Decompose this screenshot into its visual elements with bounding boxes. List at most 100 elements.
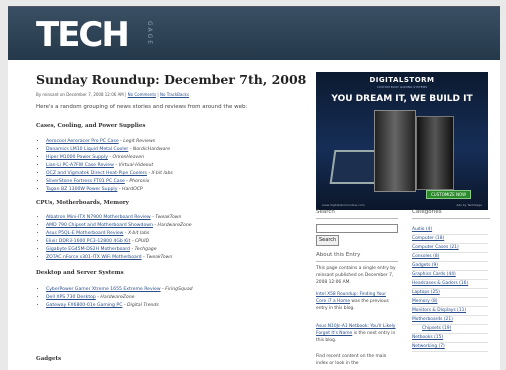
list-item: Albatron Mini-ITX N7900 Motherboard Revi… <box>46 214 192 222</box>
site-logo[interactable]: TECH <box>36 15 130 55</box>
source-name: FiringSquad <box>165 287 193 292</box>
category-item: Netbooks (15) <box>412 334 488 343</box>
site-logo-subtext: GAGE <box>146 21 153 47</box>
list-item: Hiper M1000 Power Supply - OrkenHeaven <box>46 154 173 162</box>
category-link[interactable]: Consoles (8) <box>412 254 439 259</box>
article-link[interactable]: AMD 790 Chipset and Motherboard Showdown <box>46 223 153 228</box>
category-link[interactable]: Laptops (25) <box>412 290 440 295</box>
source-name: Legit Reviews <box>123 139 156 144</box>
categories-title: Categories <box>412 209 442 215</box>
source-name: Virtual-Hideout <box>118 163 154 168</box>
categories-list: Audio (4) Computer (18) Computer Cases (21… <box>412 226 488 352</box>
category-item: Laptops (25) <box>412 289 488 298</box>
article-link[interactable]: SilverStone Fortress FT01 PC Case <box>46 179 125 184</box>
category-item: Computer (18) <box>412 235 488 244</box>
category-item: Consoles (8) <box>412 253 488 262</box>
source-name: TweakTown <box>155 215 182 220</box>
section-heading: Desktop and Server Systems <box>36 270 124 276</box>
article-link[interactable]: Lian-Li PC-A7FW Case Review <box>46 163 114 168</box>
category-link[interactable]: Computer Cases (21) <box>412 245 459 250</box>
category-link[interactable]: Chipsets (19) <box>422 326 451 331</box>
source-name: Techgage <box>134 247 157 252</box>
source-name: HardOCP <box>122 187 143 192</box>
source-name: OrkenHeaven <box>112 155 144 160</box>
list-item: Gateway FX6800-01e Gaming PC - Digital T… <box>46 302 193 310</box>
category-item: Memory (8) <box>412 298 488 307</box>
source-name: Phoronix <box>129 179 150 184</box>
section-heading: CPUs, Motherboards, Memory <box>36 200 129 206</box>
article-link[interactable]: Hiper M1000 Power Supply <box>46 155 108 160</box>
category-item: Headcases & Gaders (16) <box>412 280 488 289</box>
comments-link[interactable]: No Comments <box>128 92 156 97</box>
category-link[interactable]: Memory (8) <box>412 299 437 304</box>
pc-case-image <box>416 116 454 190</box>
article-link[interactable]: Asus P5QL-E Motherboard Review <box>46 231 123 236</box>
site-header: TECH GAGE <box>8 6 500 61</box>
category-link[interactable]: Monitors & Displays (11) <box>412 308 466 313</box>
divider <box>316 218 398 219</box>
category-link[interactable]: Computer (18) <box>412 236 444 241</box>
category-item: Networking (7) <box>412 343 488 352</box>
category-link[interactable]: Audio (4) <box>412 227 432 232</box>
source-name: CPUID <box>134 239 150 244</box>
article-link[interactable]: Dell XPS 730 Desktop <box>46 295 96 300</box>
category-item: Chipsets (19) <box>412 325 488 334</box>
trackbacks-link[interactable]: No TrackBacks <box>160 92 189 97</box>
article-link[interactable]: Elixir DDR3-1600 PC3-12800 4Gb Kit <box>46 239 130 244</box>
ad-tagline: YOU DREAM IT, WE BUILD IT <box>331 94 473 104</box>
article-link[interactable]: OCZ and Vigmatek Direct Heat-Pipe Cooler… <box>46 171 147 176</box>
post-title[interactable]: Sunday Roundup: December 7th, 2008 <box>36 72 306 87</box>
ad-url: www.digitalstormonline.com <box>322 203 365 207</box>
article-link[interactable]: Gigabyte EG45M-DS2H Motherboard <box>46 247 130 252</box>
article-link[interactable]: ZOTAC nForce s301-ITX WiFi Motherboard <box>46 255 142 260</box>
list-item: Lian-Li PC-A7FW Case Review - Virtual-Hi… <box>46 162 173 170</box>
main-content: Sunday Roundup: December 7th, 2008 By re… <box>8 60 500 370</box>
list-item: Elixir DDR3-1600 PC3-12800 4Gb Kit - CPU… <box>46 238 192 246</box>
list-item: SilverStone Fortress FT01 PC Case - Phor… <box>46 178 173 186</box>
link-list: Aerocool Aeroracer Pro PC Case - Legit R… <box>38 138 173 194</box>
article-link[interactable]: Gateway FX6800-01e Gaming PC <box>46 303 122 308</box>
article-link[interactable]: CyberPower Gamer Xtreme 1655 Extreme Rev… <box>46 287 161 292</box>
category-link[interactable]: Headcases & Gaders (16) <box>412 281 468 286</box>
list-item: Aerocool Aeroracer Pro PC Case - Legit R… <box>46 138 173 146</box>
post-intro: Here's a random grouping of news stories… <box>36 104 248 110</box>
search-button[interactable]: Search <box>316 235 340 246</box>
ad-customize-button[interactable]: CUSTOMIZE NOW <box>426 190 472 199</box>
search-title: Search <box>316 209 335 215</box>
search-input[interactable] <box>316 224 398 233</box>
category-item: Monitors & Displays (11) <box>412 307 488 316</box>
section-heading: Cases, Cooling, and Power Supplies <box>36 123 146 129</box>
byline-text: By reinsant on December 7, 2008 12:06 AM… <box>36 92 127 97</box>
article-link[interactable]: Albatron Mini-ITX N7900 Motherboard Revi… <box>46 215 151 220</box>
category-link[interactable]: Netbooks (15) <box>412 335 443 340</box>
list-item: ZOTAC nForce s301-ITX WiFi Motherboard -… <box>46 254 192 262</box>
list-item: Danamics LM10 Liquid Metal Cooler - Nord… <box>46 146 173 154</box>
source-name: X-bit labs <box>151 171 173 176</box>
list-item: OCZ and Vigmatek Direct Heat-Pipe Cooler… <box>46 170 173 178</box>
ad-credit: Ads by TechGage <box>456 203 482 207</box>
category-link[interactable]: Graphics Cards (44) <box>412 272 456 277</box>
category-item: Computer Cases (21) <box>412 244 488 253</box>
ad-brand-subtitle: CUSTOM BUILT GAMING SYSTEMS <box>376 85 428 89</box>
pc-case-image <box>374 110 416 192</box>
post-byline: By reinsant on December 7, 2008 12:06 AM… <box>36 92 189 97</box>
article-link[interactable]: Tagan BZ 1300W Power Supply <box>46 187 117 192</box>
list-item: Tagan BZ 1300W Power Supply - HardOCP <box>46 186 173 194</box>
page: TECH GAGE Sunday Roundup: December 7th, … <box>0 0 506 370</box>
link-list: CyberPower Gamer Xtreme 1655 Extreme Rev… <box>38 286 193 310</box>
article-link[interactable]: Aerocool Aeroracer Pro PC Case <box>46 139 119 144</box>
link-list: Albatron Mini-ITX N7900 Motherboard Revi… <box>38 214 192 262</box>
byline-separator: | <box>157 92 159 97</box>
advertisement-banner[interactable]: DIGITALSTORM CUSTOM BUILT GAMING SYSTEMS… <box>316 72 488 210</box>
list-item: AMD 790 Chipset and Motherboard Showdown… <box>46 222 192 230</box>
category-item: Motherboards (21) <box>412 316 488 325</box>
category-link[interactable]: Motherboards (21) <box>412 317 453 322</box>
category-link[interactable]: Networking (7) <box>412 344 445 349</box>
source-name: NordicHardware <box>132 147 171 152</box>
category-link[interactable]: Gadgets (9) <box>412 263 438 268</box>
section-heading: Gadgets <box>36 356 62 362</box>
divider <box>412 218 490 219</box>
ad-brand: DIGITALSTORM <box>369 76 435 84</box>
article-link[interactable]: Danamics LM10 Liquid Metal Cooler <box>46 147 128 152</box>
about-next: Asus N10Jc-A1 Netbook: You'll Likely For… <box>316 324 396 344</box>
